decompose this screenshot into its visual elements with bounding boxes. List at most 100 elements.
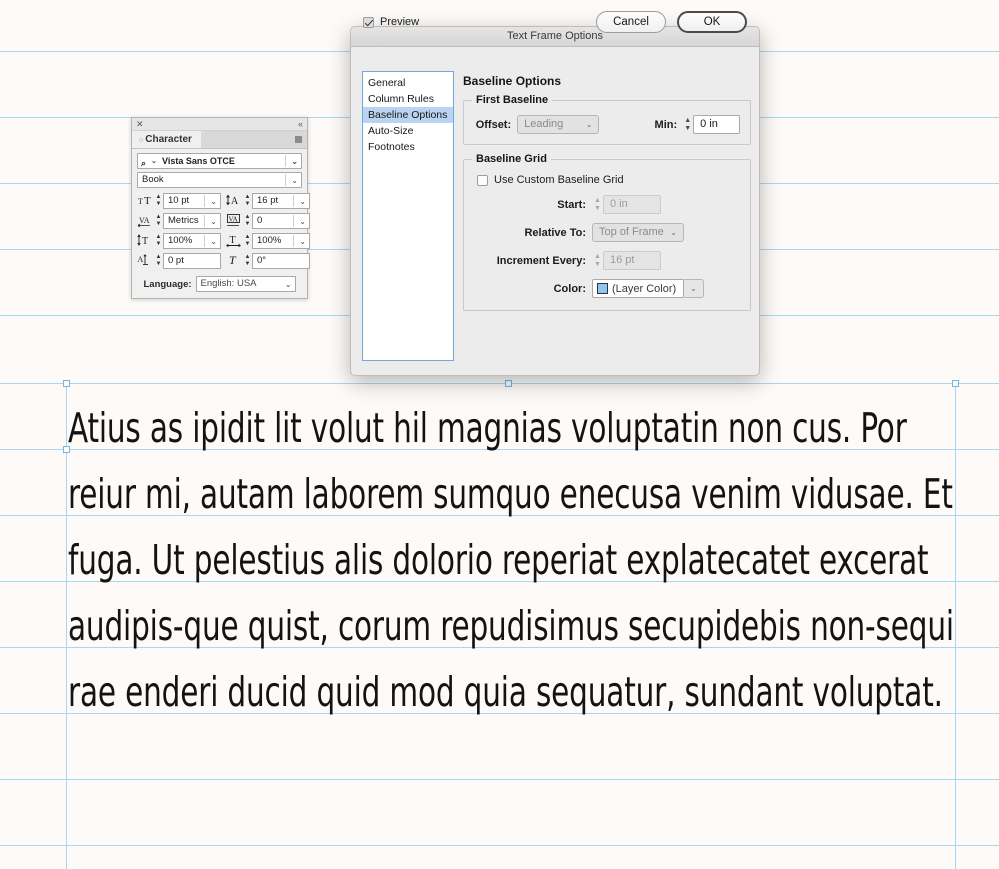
close-icon[interactable]: ✕	[136, 118, 144, 130]
chevron-down-icon: ⌄	[284, 280, 292, 289]
baseline-grid-group: Baseline Grid Use Custom Baseline Grid S…	[463, 153, 751, 311]
font-size-input[interactable]: 10 pt ⌄	[163, 192, 221, 209]
language-select[interactable]: English: USA ⌄	[195, 276, 296, 292]
character-panel-titlebar: ✕ «	[132, 118, 307, 131]
vertical-scale-input[interactable]: 100% ⌄	[163, 232, 221, 249]
selection-handle-top-left[interactable]	[63, 380, 70, 387]
preview-row: Preview	[363, 16, 419, 28]
increment-every-label: Increment Every:	[496, 254, 586, 267]
kerning-stepper[interactable]: ▲ ▼	[154, 213, 163, 228]
color-dropdown-button[interactable]: ⌄	[684, 279, 704, 298]
horizontal-scale-icon: T	[226, 233, 243, 248]
first-baseline-group-title: First Baseline	[472, 94, 553, 106]
tab-general[interactable]: General	[363, 75, 453, 91]
color-swatch-box[interactable]: (Layer Color)	[592, 279, 684, 298]
tab-auto-size-label: Auto-Size	[368, 125, 414, 137]
chevron-down-icon[interactable]: ⌄	[291, 173, 298, 187]
character-attribute-grid: T T ▲ ▼ 10 pt ⌄ A ▲ ▼ 16 pt ⌄ VA ▲ ▼ Met…	[137, 192, 310, 269]
start-input[interactable]: 0 in	[603, 195, 661, 214]
font-size-icon: T T	[137, 193, 154, 208]
min-stepper[interactable]: ▲ ▼	[682, 116, 693, 133]
horizontal-scale-value: 100%	[257, 234, 282, 246]
field-divider	[293, 214, 294, 227]
tracking-value: 0	[257, 214, 263, 226]
leading-input[interactable]: 16 pt ⌄	[252, 192, 310, 209]
skew-input[interactable]: 0°	[252, 252, 310, 269]
layer-color-swatch-icon	[597, 283, 608, 294]
ok-button[interactable]: OK	[677, 11, 747, 33]
increment-every-value: 16 pt	[610, 254, 635, 266]
field-divider	[293, 194, 294, 207]
color-row: Color: (Layer Color) ⌄	[474, 279, 740, 298]
baseline-grid-group-title: Baseline Grid	[472, 153, 551, 165]
chevron-down-icon[interactable]: ⌄	[210, 194, 217, 208]
horizontal-scale-input[interactable]: 100% ⌄	[252, 232, 310, 249]
svg-text:VA: VA	[139, 216, 150, 225]
use-custom-baseline-grid-checkbox[interactable]	[477, 174, 488, 186]
relative-to-select[interactable]: Top of Frame ⌄	[592, 223, 684, 242]
ok-button-label: OK	[703, 16, 721, 28]
chevron-down-icon[interactable]: ⌄	[210, 234, 217, 248]
cancel-button[interactable]: Cancel	[596, 11, 666, 33]
panel-menu-icon[interactable]	[295, 136, 302, 143]
tab-footnotes-label: Footnotes	[368, 141, 415, 153]
character-panel[interactable]: ✕ « ○ Character ⌕ ⌄ Vista Sans OTCE ⌄ Boo…	[131, 117, 310, 299]
chevron-down-icon[interactable]: ⌄	[299, 194, 306, 208]
start-stepper[interactable]: ▲ ▼	[592, 196, 603, 213]
text-frame-options-dialog[interactable]: Text Frame Options General Column Rules …	[350, 11, 760, 376]
preview-label: Preview	[380, 16, 420, 28]
horizontal-scale-stepper[interactable]: ▲ ▼	[243, 233, 252, 248]
kerning-value: Metrics	[168, 214, 199, 226]
collapse-panel-icon[interactable]: «	[298, 118, 303, 130]
chevron-down-icon[interactable]: ⌄	[299, 234, 306, 248]
svg-text:T: T	[142, 236, 148, 247]
baseline-shift-input[interactable]: 0 pt	[163, 252, 221, 269]
chevron-down-icon[interactable]: ⌄	[299, 214, 306, 228]
horizontal-guide[interactable]	[0, 845, 999, 846]
selection-handle-top-center[interactable]	[505, 380, 512, 387]
tracking-stepper[interactable]: ▲ ▼	[243, 213, 252, 228]
min-value: 0 in	[700, 118, 718, 130]
increment-every-input[interactable]: 16 pt	[603, 251, 661, 270]
chevron-down-icon[interactable]: ⌄	[291, 154, 298, 168]
font-size-stepper[interactable]: ▲ ▼	[154, 193, 163, 208]
tab-footnotes[interactable]: Footnotes	[363, 139, 453, 155]
search-icon: ⌕	[141, 158, 147, 168]
character-panel-body: ⌕ ⌄ Vista Sans OTCE ⌄ Book ⌄ T T ▲ ▼ 10 …	[132, 149, 310, 292]
font-size-value: 10 pt	[168, 194, 190, 206]
preview-checkbox[interactable]	[363, 16, 374, 28]
tab-auto-size[interactable]: Auto-Size	[363, 123, 453, 139]
skew-field: T ▲ ▼ 0°	[226, 252, 314, 269]
horizontal-guide[interactable]	[0, 779, 999, 780]
offset-select[interactable]: Leading ⌄	[517, 115, 600, 134]
vertical-scale-icon: T	[137, 233, 154, 248]
baseline-shift-stepper[interactable]: ▲ ▼	[154, 253, 163, 268]
chevron-down-icon: ⌄	[690, 284, 697, 293]
min-input[interactable]: 0 in	[693, 115, 740, 134]
relative-to-value: Top of Frame	[599, 226, 664, 238]
chevron-down-icon[interactable]: ⌄	[210, 214, 217, 228]
relative-to-label: Relative To:	[524, 226, 586, 239]
tracking-input[interactable]: 0 ⌄	[252, 212, 310, 229]
skew-stepper[interactable]: ▲ ▼	[243, 253, 252, 268]
body-text-frame[interactable]: Atius as ipidit lit volut hil magnias vo…	[68, 395, 958, 725]
font-style-value: Book	[142, 174, 164, 185]
font-style-input[interactable]: Book ⌄	[137, 172, 302, 188]
text-frame-left-edge[interactable]	[66, 383, 67, 869]
vertical-scale-stepper[interactable]: ▲ ▼	[154, 233, 163, 248]
offset-label: Offset:	[475, 118, 512, 131]
tab-character[interactable]: ○ Character	[132, 131, 201, 148]
svg-text:A: A	[231, 196, 239, 207]
tab-column-rules[interactable]: Column Rules	[363, 91, 453, 107]
font-family-input[interactable]: ⌕ ⌄ Vista Sans OTCE ⌄	[137, 153, 302, 169]
leading-stepper[interactable]: ▲ ▼	[243, 193, 252, 208]
tracking-field: VA ▲ ▼ 0 ⌄	[226, 212, 314, 229]
horizontal-guide[interactable]	[0, 383, 999, 384]
dialog-tab-list[interactable]: General Column Rules Baseline Options Au…	[362, 71, 454, 361]
offset-value: Leading	[524, 118, 564, 130]
selection-handle-top-right[interactable]	[952, 380, 959, 387]
increment-every-stepper[interactable]: ▲ ▼	[592, 252, 603, 269]
tab-baseline-options[interactable]: Baseline Options	[363, 107, 453, 123]
kerning-input[interactable]: Metrics ⌄	[163, 212, 221, 229]
leading-icon: A	[226, 193, 243, 208]
